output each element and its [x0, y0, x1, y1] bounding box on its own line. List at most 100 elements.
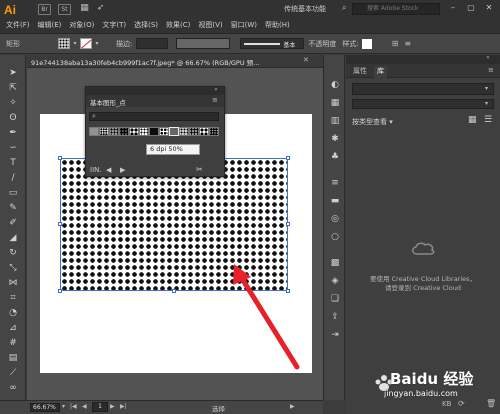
direct-selection-tool-icon[interactable]: ⇱ — [6, 82, 20, 94]
control-menu-icon[interactable]: ≡ — [404, 39, 411, 48]
graphic-styles-icon[interactable]: ▩ — [329, 257, 341, 269]
curvature-tool-icon[interactable]: ∽ — [6, 142, 20, 154]
menu-edit[interactable]: 编辑(E) — [38, 20, 62, 32]
brushes-panel-icon[interactable]: ✱ — [329, 133, 341, 145]
maximize-icon[interactable]: ▢ — [464, 3, 478, 13]
paintbrush-tool-icon[interactable]: ✎ — [6, 202, 20, 214]
grid-view-icon[interactable]: ▦ — [468, 115, 477, 125]
free-transform-tool-icon[interactable]: ⌗ — [6, 292, 20, 304]
stroke-swatch[interactable] — [80, 38, 92, 49]
selection-tool-icon[interactable]: ➤ — [6, 67, 20, 79]
arrange-documents-icon[interactable]: ▦ — [78, 4, 91, 15]
swatch-item[interactable] — [199, 127, 209, 136]
collapse-icon[interactable]: « — [486, 54, 490, 61]
shaper-tool-icon[interactable]: ✐ — [6, 217, 20, 229]
swatch-item[interactable] — [129, 127, 139, 136]
menu-type[interactable]: 文字(T) — [102, 20, 126, 32]
mesh-tool-icon[interactable]: # — [6, 337, 20, 349]
color-guide-icon[interactable]: ▦ — [329, 97, 341, 109]
perspective-grid-tool-icon[interactable]: ⊿ — [6, 322, 20, 334]
brush-definition-select[interactable]: 基本 — [240, 38, 305, 49]
panel-drag-bar[interactable]: « — [346, 54, 500, 64]
collapse-icon[interactable]: » — [214, 86, 218, 93]
export-icon[interactable]: ⇥ — [329, 329, 341, 341]
menu-file[interactable]: 文件(F) — [6, 20, 30, 32]
graphic-style-swatch[interactable] — [361, 38, 372, 49]
appearance-panel-icon[interactable]: ○ — [329, 231, 341, 243]
list-view-icon[interactable]: ☰ — [484, 115, 492, 125]
stroke-dropdown-icon[interactable]: ▾ — [92, 40, 102, 47]
transparency-panel-icon[interactable]: ◎ — [329, 213, 341, 225]
stock-search-input[interactable]: 搜索 Adobe Stock — [352, 3, 440, 15]
gpu-rocket-icon[interactable]: ➶ — [94, 4, 107, 15]
menu-object[interactable]: 对象(O) — [69, 20, 94, 32]
shape-builder-tool-icon[interactable]: ◔ — [6, 307, 20, 319]
magic-wand-tool-icon[interactable]: ✧ — [6, 97, 20, 109]
symbols-panel-icon[interactable]: ♣ — [329, 151, 341, 163]
align-icon[interactable]: ⊞ — [392, 39, 399, 48]
swatch-item[interactable] — [99, 127, 109, 136]
minimize-icon[interactable]: – — [446, 3, 460, 13]
swatch-item[interactable] — [109, 127, 119, 136]
gradient-tool-icon[interactable]: ▤ — [6, 352, 20, 364]
swatch-item[interactable] — [179, 127, 189, 136]
panel-title[interactable]: 基本图形_点 — [90, 97, 126, 107]
stock-icon[interactable]: St — [58, 4, 71, 15]
swatch-item[interactable] — [139, 127, 149, 136]
asset-export-icon[interactable]: ⇪ — [329, 311, 341, 323]
stroke-panel-icon[interactable]: ≡ — [329, 177, 341, 189]
artboard-number-input[interactable]: 1 — [92, 402, 108, 412]
menu-select[interactable]: 选择(S) — [134, 20, 158, 32]
scale-tool-icon[interactable]: ⤡ — [6, 262, 20, 274]
panel-menu-icon[interactable]: ≡ — [212, 96, 218, 104]
status-selection-label[interactable]: 选择 — [212, 403, 225, 413]
menu-view[interactable]: 视图(V) — [198, 20, 222, 32]
menu-help[interactable]: 帮助(H) — [265, 20, 290, 32]
tab-libraries[interactable]: 库 — [374, 66, 387, 78]
artboards-panel-icon[interactable]: ❏ — [329, 293, 341, 305]
last-artboard-icon[interactable]: ▶| — [120, 403, 127, 410]
eraser-tool-icon[interactable]: ◢ — [6, 232, 20, 244]
variable-width-profile[interactable] — [176, 38, 231, 49]
swatches-panel-icon[interactable]: ▥ — [329, 115, 341, 127]
swatch-item[interactable] — [119, 127, 129, 136]
library-menu-label[interactable]: IIN. — [90, 166, 102, 174]
zoom-dropdown-icon[interactable]: ▾ — [62, 403, 65, 410]
prev-artboard-icon[interactable]: ◀ — [82, 403, 87, 410]
pen-tool-icon[interactable]: ✒ — [6, 127, 20, 139]
tab-properties[interactable]: 属性 — [350, 66, 370, 76]
layers-panel-icon[interactable]: ◈ — [329, 275, 341, 287]
swatch-options-icon[interactable]: ✂ — [196, 165, 203, 174]
swatch-search-input[interactable]: ⌕ — [89, 112, 219, 121]
fill-swatch[interactable] — [58, 38, 70, 49]
eyedropper-tool-icon[interactable]: ⟋ — [6, 367, 20, 379]
swatch-item[interactable] — [169, 127, 179, 136]
workspace-switcher[interactable]: 传统基本功能 — [284, 4, 326, 14]
library-search-field[interactable]: ▾ — [352, 99, 494, 109]
rotate-tool-icon[interactable]: ↻ — [6, 247, 20, 259]
first-artboard-icon[interactable]: |◀ — [70, 403, 77, 410]
close-icon[interactable]: ✕ — [482, 3, 496, 13]
zoom-input[interactable]: 66.67% — [30, 403, 60, 412]
menu-effect[interactable]: 效果(C) — [166, 20, 190, 32]
next-library-icon[interactable]: ▶ — [120, 166, 125, 174]
prev-library-icon[interactable]: ◀ — [106, 166, 111, 174]
swatch-item[interactable] — [89, 127, 99, 136]
library-select[interactable]: ▾ — [352, 83, 494, 95]
swatch-item[interactable] — [189, 127, 199, 136]
swatch-item[interactable] — [149, 127, 159, 136]
swatch-item[interactable] — [209, 127, 219, 136]
swatch-item[interactable] — [159, 127, 169, 136]
width-tool-icon[interactable]: ⋈ — [6, 277, 20, 289]
color-panel-icon[interactable]: ◐ — [329, 79, 341, 91]
bridge-icon[interactable]: Br — [38, 4, 51, 15]
blend-tool-icon[interactable]: ∞ — [6, 382, 20, 394]
line-tool-icon[interactable]: / — [6, 172, 20, 184]
type-tool-icon[interactable]: T — [6, 157, 20, 169]
fill-dropdown-icon[interactable]: ▾ — [70, 40, 80, 47]
next-artboard-icon[interactable]: ▶ — [110, 403, 115, 410]
panel-menu-icon[interactable]: ≡ — [488, 66, 494, 74]
view-by-type-select[interactable]: 按类型查看 ▾ — [352, 117, 393, 127]
rectangle-tool-icon[interactable]: ▭ — [6, 187, 20, 199]
menu-window[interactable]: 窗口(W) — [231, 20, 257, 32]
